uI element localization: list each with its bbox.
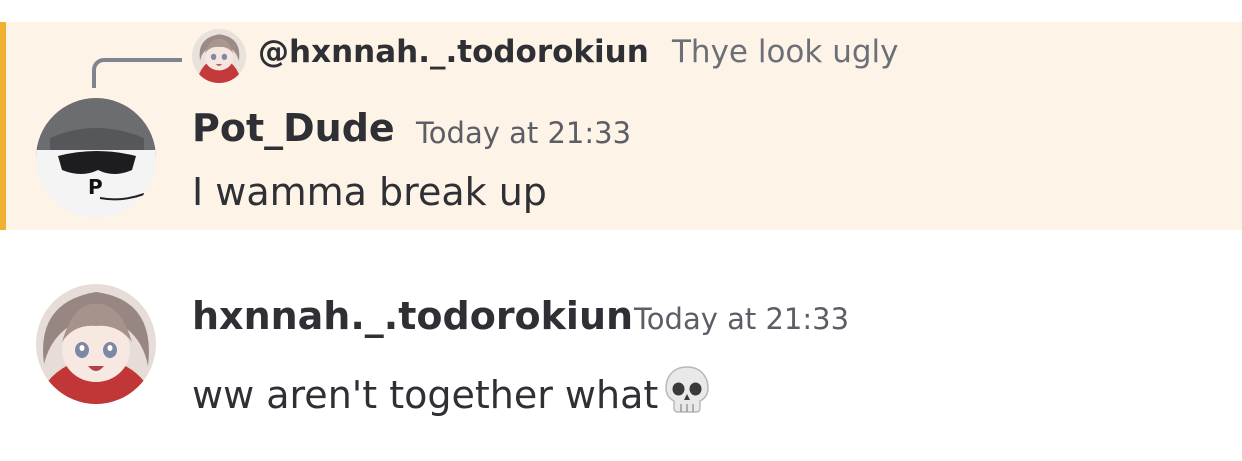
message-author[interactable]: Pot_Dude [192,106,395,150]
reply-author-mention[interactable]: @hxnnah._.todorokiun [258,34,649,70]
message-timestamp: Today at 21:33 [416,116,632,150]
reply-avatar[interactable] [192,29,246,83]
svg-text:P: P [88,175,103,199]
anime-girl-avatar-icon [36,284,156,404]
anime-girl-avatar-icon [192,29,246,83]
message-author[interactable]: hxnnah._.todorokiun [192,294,633,338]
author-avatar[interactable] [36,284,156,404]
reply-preview-text[interactable]: Thye look ugly [672,34,899,70]
message-timestamp: Today at 21:33 [634,302,850,336]
sunglasses-cap-avatar-icon: P [36,98,156,218]
message-content: ww aren't together what [192,364,712,417]
message-content: I wamma break up [192,170,547,214]
message-highlighted[interactable]: @hxnnah._.todorokiun Thye look ugly P Po… [0,22,1242,230]
mention-highlight-bar [0,22,6,230]
skull-emoji-icon [662,364,712,416]
author-avatar[interactable]: P [36,98,156,218]
message-text: ww aren't together what [192,373,659,417]
reply-connector-line [92,58,182,88]
chat-message-list: @hxnnah._.todorokiun Thye look ugly P Po… [0,0,1242,461]
